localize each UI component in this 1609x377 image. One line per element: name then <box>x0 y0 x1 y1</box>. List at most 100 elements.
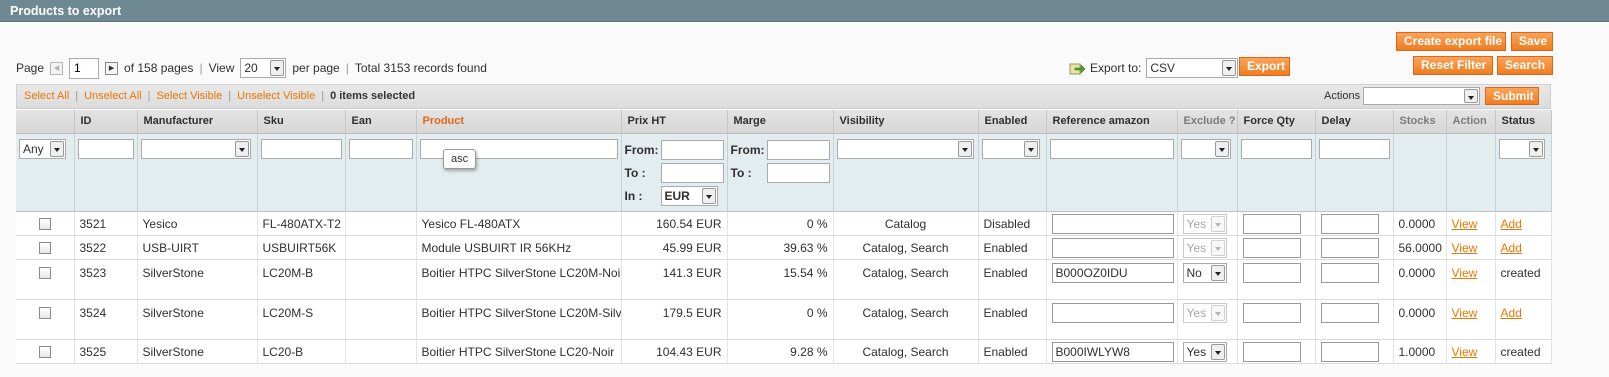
force-qty-input[interactable] <box>1242 213 1301 234</box>
cell-sku: LC20-B <box>257 339 346 364</box>
cell-marge: 0 % <box>727 299 834 340</box>
select-all-link[interactable]: Select All <box>24 90 69 102</box>
force-qty-input[interactable] <box>1242 262 1301 283</box>
delay-input[interactable] <box>1320 213 1379 234</box>
table-row[interactable]: 3522 USB-UIRT USBUIRT56K Module USBUIRT IR … <box>16 235 1552 260</box>
column-header-marge[interactable]: Marge <box>727 110 834 134</box>
id-filter-input[interactable] <box>77 138 134 159</box>
column-header-product[interactable]: Product <box>416 110 622 134</box>
enabled-filter-select[interactable] <box>981 138 1040 159</box>
create-export-file-button[interactable]: Create export file <box>1396 32 1506 51</box>
visibility-filter-select[interactable] <box>836 138 974 159</box>
per-page-select[interactable]: 20 <box>240 58 287 78</box>
chevron-down-icon <box>1210 239 1225 256</box>
chevron-down-icon <box>1210 264 1225 281</box>
cell-stocks: 0.0000 <box>1393 211 1447 236</box>
next-page-icon[interactable]: ▶ <box>105 61 119 75</box>
table-row[interactable]: 3521 Yesico FL-480ATX-T2 Yesico FL-480ATX 16… <box>16 211 1552 236</box>
row-checkbox[interactable] <box>38 345 51 358</box>
force-qty-input[interactable] <box>1242 237 1301 258</box>
unselect-visible-link[interactable]: Unselect Visible <box>237 90 315 102</box>
export-to-group: Export to: CSV <box>1069 57 1239 79</box>
delay-input[interactable] <box>1320 341 1379 362</box>
select-visible-link[interactable]: Select Visible <box>156 90 222 102</box>
ean-filter-input[interactable] <box>348 138 413 159</box>
search-button[interactable]: Search <box>1497 56 1553 75</box>
chevron-down-icon <box>1222 60 1237 76</box>
status-filter-select[interactable] <box>1498 138 1545 159</box>
table-row[interactable]: 3525 SilverStone LC20-B Boitier HTPC Silver… <box>16 339 1552 364</box>
reference-amazon-input[interactable] <box>1051 237 1174 258</box>
view-link[interactable]: View <box>1452 266 1478 280</box>
exclude-filter-select[interactable] <box>1180 138 1231 159</box>
add-link[interactable]: Add <box>1501 241 1522 255</box>
export-format-select[interactable]: CSV <box>1146 58 1239 78</box>
marge-to-input[interactable] <box>766 163 830 183</box>
exclude-select[interactable]: No <box>1182 262 1227 283</box>
reference-amazon-input[interactable]: B000IWLYW8 <box>1051 341 1174 362</box>
column-header-reference-amazon[interactable]: Reference amazon <box>1046 110 1178 134</box>
view-link[interactable]: View <box>1452 306 1478 320</box>
column-header-delay[interactable]: Delay <box>1315 110 1394 134</box>
cell-stocks: 0.0000 <box>1393 259 1447 300</box>
exclude-value: Yes <box>1186 216 1207 231</box>
select-filter[interactable]: Any <box>19 138 66 159</box>
row-checkbox[interactable] <box>38 217 51 230</box>
column-header-enabled[interactable]: Enabled <box>978 110 1047 134</box>
add-link[interactable]: Add <box>1501 217 1522 231</box>
reference-amazon-input[interactable] <box>1051 213 1174 234</box>
save-button[interactable]: Save <box>1511 32 1553 51</box>
delay-input[interactable] <box>1320 302 1379 323</box>
export-button[interactable]: Export <box>1239 57 1290 76</box>
prix-from-input[interactable] <box>660 140 724 160</box>
exclude-select[interactable]: Yes <box>1182 341 1227 362</box>
cell-sku: LC20M-S <box>257 299 346 340</box>
grid-filter-row: Any From: To : In : EUR From: To : <box>16 133 1552 212</box>
delay-input[interactable] <box>1320 237 1379 258</box>
table-row[interactable]: 3524 SilverStone LC20M-S Boitier HTPC Silve… <box>16 299 1552 340</box>
force-qty-input[interactable] <box>1242 341 1301 362</box>
manufacturer-filter-select[interactable] <box>140 138 251 159</box>
row-checkbox[interactable] <box>38 306 51 319</box>
currency-select[interactable]: EUR <box>660 186 718 206</box>
column-header-force-qty[interactable]: Force Qty <box>1237 110 1316 134</box>
column-header-sku[interactable]: Sku <box>257 110 346 134</box>
column-header-id[interactable]: ID <box>74 110 138 134</box>
sort-tooltip: asc <box>443 149 477 169</box>
column-header-exclude[interactable]: Exclude ? <box>1177 110 1238 134</box>
reference-amazon-input[interactable]: B000OZ0IDU <box>1051 262 1174 283</box>
table-row[interactable]: 3523 SilverStone LC20M-B Boitier HTPC Silve… <box>16 259 1552 300</box>
column-header-prix-ht[interactable]: Prix HT <box>621 110 728 134</box>
submit-button[interactable]: Submit <box>1485 87 1539 105</box>
delay-input[interactable] <box>1320 262 1379 283</box>
prev-page-icon[interactable]: ◀ <box>50 61 64 75</box>
actions-select[interactable] <box>1363 87 1480 105</box>
column-header-status[interactable]: Status <box>1495 110 1552 134</box>
reset-filter-button[interactable]: Reset Filter <box>1413 56 1493 75</box>
grid-header-row: ID Manufacturer Sku Ean Product Prix HT … <box>16 110 1552 134</box>
view-link[interactable]: View <box>1452 241 1478 255</box>
column-header-manufacturer[interactable]: Manufacturer <box>137 110 258 134</box>
prix-to-label: To : <box>624 166 646 180</box>
delay-filter-input[interactable] <box>1318 138 1390 159</box>
reference-amazon-input[interactable] <box>1051 302 1174 323</box>
reference-amazon-filter-input[interactable] <box>1049 138 1174 159</box>
view-link[interactable]: View <box>1452 345 1478 359</box>
marge-from-input[interactable] <box>766 140 830 160</box>
prix-to-input[interactable] <box>660 163 724 183</box>
row-checkbox[interactable] <box>38 266 51 279</box>
cell-id: 3525 <box>74 339 138 364</box>
column-header-visibility[interactable]: Visibility <box>833 110 979 134</box>
cell-enabled: Enabled <box>978 235 1047 260</box>
view-link[interactable]: View <box>1452 217 1478 231</box>
add-link[interactable]: Add <box>1501 306 1522 320</box>
row-checkbox[interactable] <box>38 241 51 254</box>
cell-ean <box>345 211 417 236</box>
exclude-value: No <box>1186 265 1202 280</box>
unselect-all-link[interactable]: Unselect All <box>84 90 141 102</box>
page-number-input[interactable] <box>69 57 100 79</box>
force-qty-input[interactable] <box>1242 302 1301 323</box>
sku-filter-input[interactable] <box>260 138 342 159</box>
column-header-ean[interactable]: Ean <box>345 110 417 134</box>
force-qty-filter-input[interactable] <box>1240 138 1312 159</box>
